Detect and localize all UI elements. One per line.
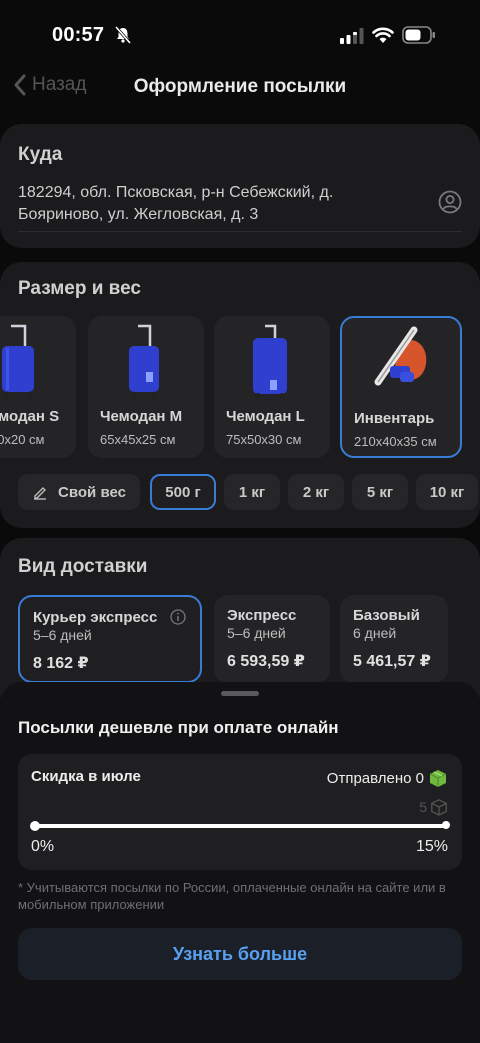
weight-options: Свой вес 500 г 1 кг 2 кг 5 кг 10 кг xyxy=(0,474,480,510)
size-option-name: Чемодан M xyxy=(100,408,183,425)
status-bar: 00:57 xyxy=(0,0,480,70)
weight-chip-1kg[interactable]: 1 кг xyxy=(224,474,280,510)
delivery-option-courier-express[interactable]: Курьер экспресс 5–6 дней 8 162 ₽ xyxy=(18,595,202,683)
delivery-option-basic[interactable]: Базовый 6 дней 5 461,57 ₽ xyxy=(340,595,448,683)
sent-label: Отправлено 0 xyxy=(326,769,424,787)
address-title: Куда xyxy=(18,144,63,165)
battery-icon xyxy=(402,26,435,44)
progress-max-label: 15% xyxy=(415,838,448,855)
custom-weight-chip[interactable]: Свой вес xyxy=(18,474,140,510)
address-card: Куда 182294, обл. Псковская, р-н Себежск… xyxy=(0,124,480,248)
size-weight-card: Размер и вес емодан S 40x20 см Чемодан M… xyxy=(0,262,480,528)
size-option-name: Инвентарь xyxy=(354,410,435,427)
sheet-drag-handle[interactable] xyxy=(221,691,259,696)
status-time: 00:57 xyxy=(52,24,105,46)
info-icon[interactable] xyxy=(170,609,186,625)
weight-chip-10kg[interactable]: 10 кг xyxy=(416,474,478,510)
size-option-name: емодан S xyxy=(0,408,60,425)
user-profile-icon[interactable] xyxy=(438,190,462,214)
address-line-2: Бояриново, ул. Жегловская, д. 3 xyxy=(18,206,259,223)
sheet-title: Посылки дешевле при оплате онлайн xyxy=(18,718,339,737)
progress-start-marker xyxy=(30,821,40,831)
size-option-inventory[interactable]: Инвентарь 210x40x35 см xyxy=(340,316,462,458)
sent-counter: Отправлено 0 xyxy=(327,768,448,788)
weight-chip-500g[interactable]: 500 г xyxy=(150,474,216,510)
delivery-option-express[interactable]: Экспресс 5–6 дней 6 593,59 ₽ xyxy=(214,595,330,683)
discount-progress-track xyxy=(30,821,450,831)
wifi-icon xyxy=(372,27,394,43)
delivery-option-name: Базовый xyxy=(353,607,420,624)
address-line-1: 182294, обл. Псковская, р-н Себежский, д… xyxy=(18,184,334,201)
address-text[interactable]: 182294, обл. Псковская, р-н Себежский, д… xyxy=(18,182,418,226)
learn-more-button[interactable]: Узнать больше xyxy=(18,928,462,980)
size-option-dims: 40x20 см xyxy=(0,432,45,447)
promo-bottom-sheet: Посылки дешевле при оплате онлайн Скидка… xyxy=(0,682,480,1043)
delivery-option-price: 8 162 ₽ xyxy=(33,655,89,672)
size-option-dims: 75x50x30 см xyxy=(226,432,302,447)
size-options: емодан S 40x20 см Чемодан M 65x45x25 см … xyxy=(0,316,480,458)
page-title: Оформление посылки xyxy=(133,76,347,97)
suitcase-icon xyxy=(253,324,287,399)
parcel-box-outline-icon xyxy=(431,799,447,816)
discount-progress-card: Скидка в июле Отправлено 0 5 0% 15% xyxy=(18,754,462,870)
progress-min-label: 0% xyxy=(31,838,55,855)
delivery-option-days: 5–6 дней xyxy=(227,625,286,641)
suitcase-icon xyxy=(2,324,34,399)
delivery-option-name: Курьер экспресс xyxy=(33,609,158,626)
chip-label: Свой вес xyxy=(58,483,126,501)
size-option-s[interactable]: емодан S 40x20 см xyxy=(0,316,76,458)
size-option-l[interactable]: Чемодан L 75x50x30 см xyxy=(214,316,330,458)
footnote: * Учитываются посылки по России, оплачен… xyxy=(18,880,446,912)
parcel-box-icon xyxy=(429,770,447,787)
goal-counter: 5 xyxy=(419,798,448,816)
size-option-name: Чемодан L xyxy=(226,408,305,425)
size-title: Размер и вес xyxy=(18,278,141,299)
weight-chip-5kg[interactable]: 5 кг xyxy=(352,474,408,510)
delivery-title: Вид доставки xyxy=(18,556,148,577)
delivery-option-name: Экспресс xyxy=(227,607,297,624)
delivery-option-price: 6 593,59 ₽ xyxy=(227,653,305,670)
sports-equipment-icon xyxy=(374,326,427,386)
size-option-dims: 65x45x25 см xyxy=(100,432,176,447)
divider xyxy=(18,231,462,232)
suitcase-icon xyxy=(129,324,159,399)
delivery-option-price: 5 461,57 ₽ xyxy=(353,653,431,670)
discount-progress-fill xyxy=(32,824,448,828)
goal-label: 5 xyxy=(419,799,427,815)
progress-end-marker xyxy=(442,821,450,829)
delivery-option-days: 5–6 дней xyxy=(33,627,92,643)
delivery-option-days: 6 дней xyxy=(353,625,397,641)
nav-bar: Назад Оформление посылки xyxy=(0,70,480,110)
size-option-m[interactable]: Чемодан M 65x45x25 см xyxy=(88,316,204,458)
cellular-signal-icon xyxy=(340,28,364,44)
size-option-dims: 210x40x35 см xyxy=(354,434,437,449)
discount-label: Скидка в июле xyxy=(31,768,141,785)
bell-muted-icon xyxy=(114,26,132,44)
weight-chip-2kg[interactable]: 2 кг xyxy=(288,474,344,510)
pencil-icon xyxy=(34,487,47,500)
